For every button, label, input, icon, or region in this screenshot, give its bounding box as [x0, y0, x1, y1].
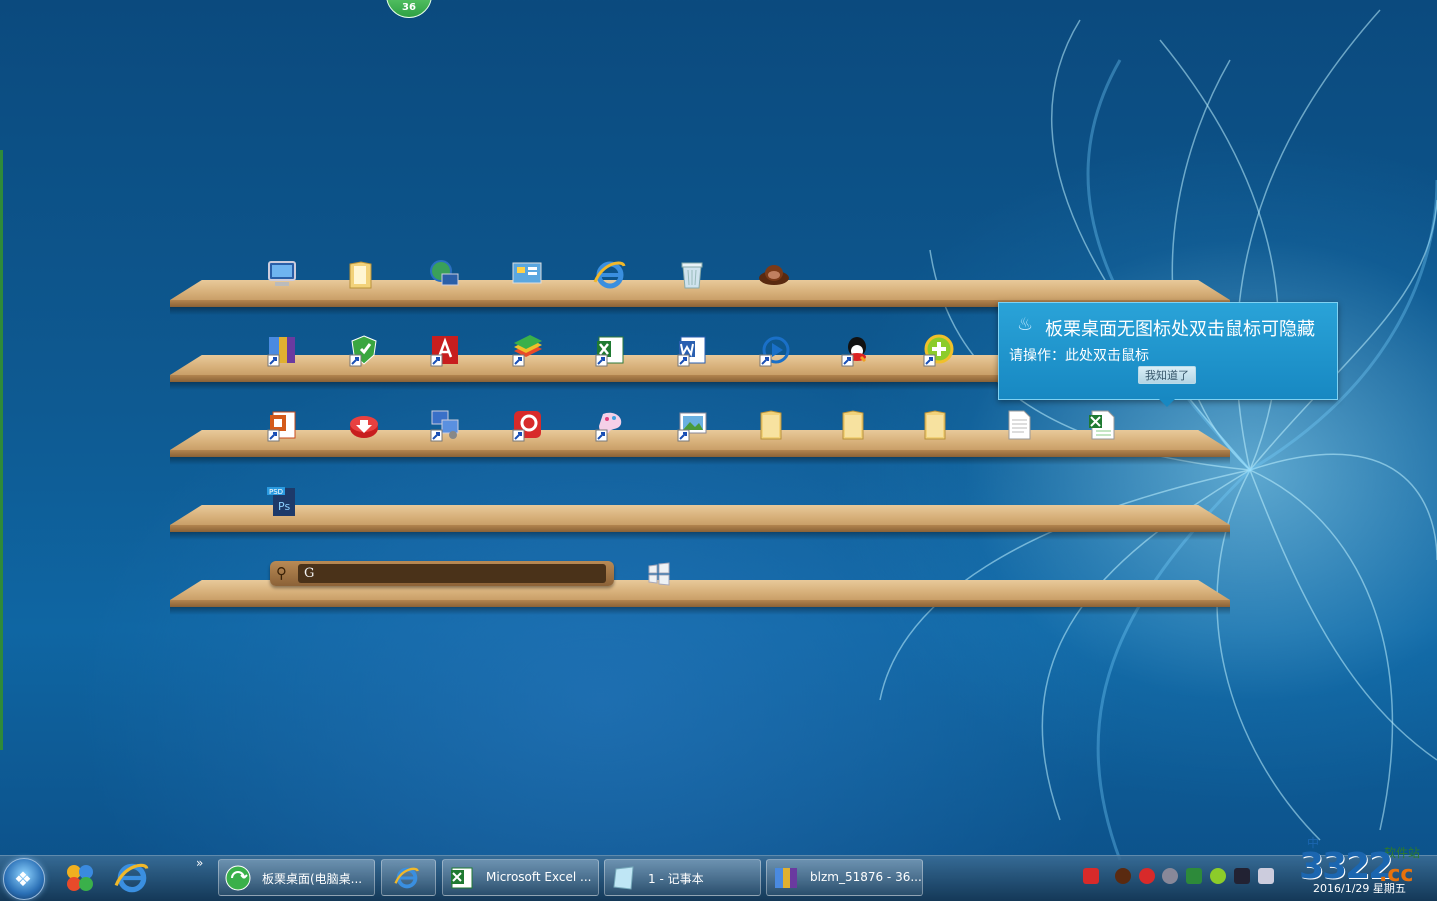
task-label: Microsoft Excel ... [486, 870, 592, 884]
hint-title: 板栗桌面无图标处双击鼠标可隐藏 [1045, 319, 1315, 340]
search-icon[interactable]: ⚲ [276, 564, 294, 582]
remote-desktop-icon[interactable] [428, 408, 462, 442]
control-panel-icon[interactable] [510, 258, 544, 292]
left-edge-bar [0, 150, 3, 750]
start-button[interactable]: ❖ [3, 858, 45, 900]
task-label: blzm_51876 - 36... [810, 870, 922, 884]
tray-360-icon[interactable] [1210, 868, 1226, 884]
security-shield-icon[interactable] [347, 333, 381, 367]
banli-icon [225, 865, 251, 891]
task-notepad[interactable]: 1 - 记事本 [604, 859, 761, 896]
folder-icon[interactable] [919, 408, 953, 442]
pinned-app-icon[interactable] [62, 860, 98, 896]
task-winrar[interactable]: blzm_51876 - 36... [766, 859, 923, 896]
search-input[interactable] [298, 564, 606, 583]
word-icon[interactable] [675, 333, 709, 367]
toolbar-overflow[interactable]: » [196, 856, 203, 870]
adobe-reader-icon[interactable] [428, 333, 462, 367]
windows-icon[interactable] [645, 560, 673, 588]
folder-icon[interactable] [837, 408, 871, 442]
media-player-icon[interactable] [757, 333, 791, 367]
folder-icon[interactable] [755, 408, 789, 442]
powerpoint-icon[interactable] [265, 408, 299, 442]
tray-wifi-icon[interactable] [1234, 868, 1250, 884]
hint-body: 请操作：此处双击鼠标 [1009, 348, 1149, 364]
paint-icon[interactable] [593, 408, 627, 442]
360-icon[interactable] [921, 333, 955, 367]
hat-icon[interactable] [757, 258, 791, 292]
task-banli-desktop[interactable]: 板栗桌面(电脑桌... [218, 859, 375, 896]
volume-icon[interactable] [1258, 868, 1274, 884]
notepad-icon [613, 866, 634, 890]
task-label: 板栗桌面(电脑桌... [262, 872, 363, 886]
ie-icon [394, 867, 419, 889]
photo-viewer-icon[interactable] [675, 408, 709, 442]
winrar-icon[interactable] [265, 333, 299, 367]
task-excel[interactable]: Microsoft Excel ... [442, 859, 599, 896]
folder-icon[interactable] [345, 258, 379, 292]
excel-file-icon[interactable] [1084, 408, 1118, 442]
red-app-icon[interactable] [510, 408, 544, 442]
search-bar: ⚲ [270, 561, 614, 586]
bell-icon: ♨ [1017, 314, 1034, 335]
network-icon[interactable] [428, 258, 462, 292]
tray-network-icon[interactable] [1162, 868, 1178, 884]
tray-shield-icon[interactable] [1186, 868, 1202, 884]
ie-icon[interactable] [593, 258, 627, 292]
download-tool-icon[interactable] [347, 408, 381, 442]
got-it-button[interactable]: 我知道了 [1138, 366, 1196, 384]
recycle-bin-icon[interactable] [675, 258, 709, 292]
tray-link-icon[interactable] [1139, 868, 1155, 884]
hint-popup: ♨ 板栗桌面无图标处双击鼠标可隐藏 请操作：此处双击鼠标 我知道了 [998, 302, 1338, 407]
svg-text:PSD: PSD [269, 488, 283, 496]
bluestacks-icon[interactable] [510, 333, 544, 367]
winrar-icon [775, 868, 797, 888]
ie-taskbar-icon[interactable] [114, 860, 150, 896]
notification-badge[interactable]: 36 [386, 0, 432, 18]
psd-file-icon[interactable]: PSD Ps [265, 484, 299, 518]
sogou-ime-icon[interactable] [1083, 868, 1099, 884]
taskbar: ❖ » 板栗桌面(电脑桌... Microsoft Excel ... 1 - … [0, 855, 1437, 901]
windows-logo-icon: ❖ [14, 867, 32, 891]
task-label: 1 - 记事本 [648, 872, 704, 886]
excel-icon[interactable] [593, 333, 627, 367]
shelf-4 [170, 505, 1230, 540]
svg-text:Ps: Ps [278, 500, 290, 513]
task-ie[interactable] [381, 859, 436, 896]
excel-icon [451, 867, 473, 889]
qq-icon[interactable] [839, 333, 873, 367]
site-watermark: 中 软件站 3322 .cc 2016/1/29 星期五 [1287, 832, 1437, 900]
clock-date[interactable]: 2016/1/29 星期五 [1313, 880, 1406, 896]
text-document-icon[interactable] [1002, 408, 1036, 442]
computer-icon[interactable] [265, 258, 299, 292]
tray-app-icon[interactable] [1115, 868, 1131, 884]
